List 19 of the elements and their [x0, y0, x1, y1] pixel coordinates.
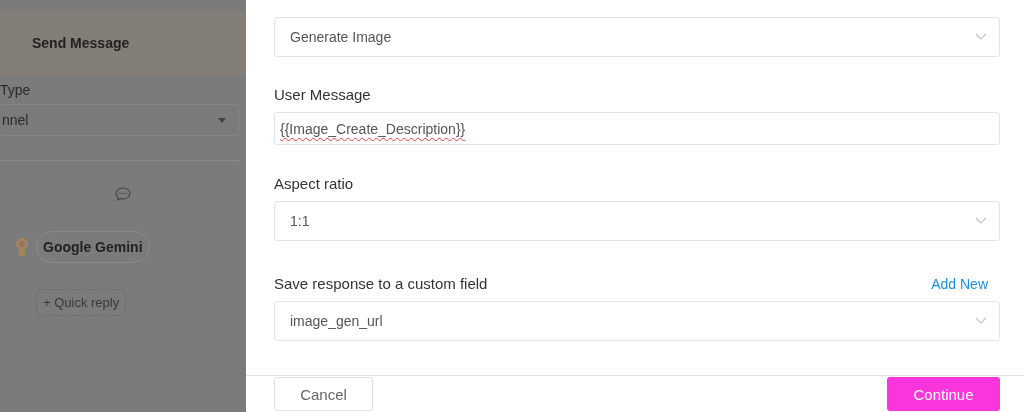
chevron-down-icon: [975, 33, 987, 41]
message-input[interactable]: {{Image_Create_Description}}: [274, 112, 1000, 145]
chevron-down-icon: [975, 317, 987, 325]
cancel-button[interactable]: Cancel: [274, 377, 373, 411]
dropdown-select[interactable]: 1:1: [274, 201, 1000, 241]
panel-title: Send Message: [32, 35, 130, 51]
chevron-down-icon: [975, 217, 987, 225]
type-label: Type: [0, 82, 32, 98]
bot-avatar-icon: [14, 237, 30, 257]
type-select[interactable]: nnel: [0, 104, 239, 136]
field-label: Save response to a custom field: [274, 275, 488, 292]
field-label: Aspect ratio: [274, 175, 354, 192]
field-label: User Message: [274, 86, 371, 103]
caret-icon: [218, 117, 226, 123]
dropdown-select[interactable]: Generate Image: [274, 17, 1000, 57]
add-new-link[interactable]: Add New: [931, 276, 988, 292]
dropdown-select[interactable]: image_gen_url: [274, 301, 1000, 341]
chat-bubble-icon: [115, 187, 131, 201]
continue-button[interactable]: Continue: [887, 377, 1000, 411]
